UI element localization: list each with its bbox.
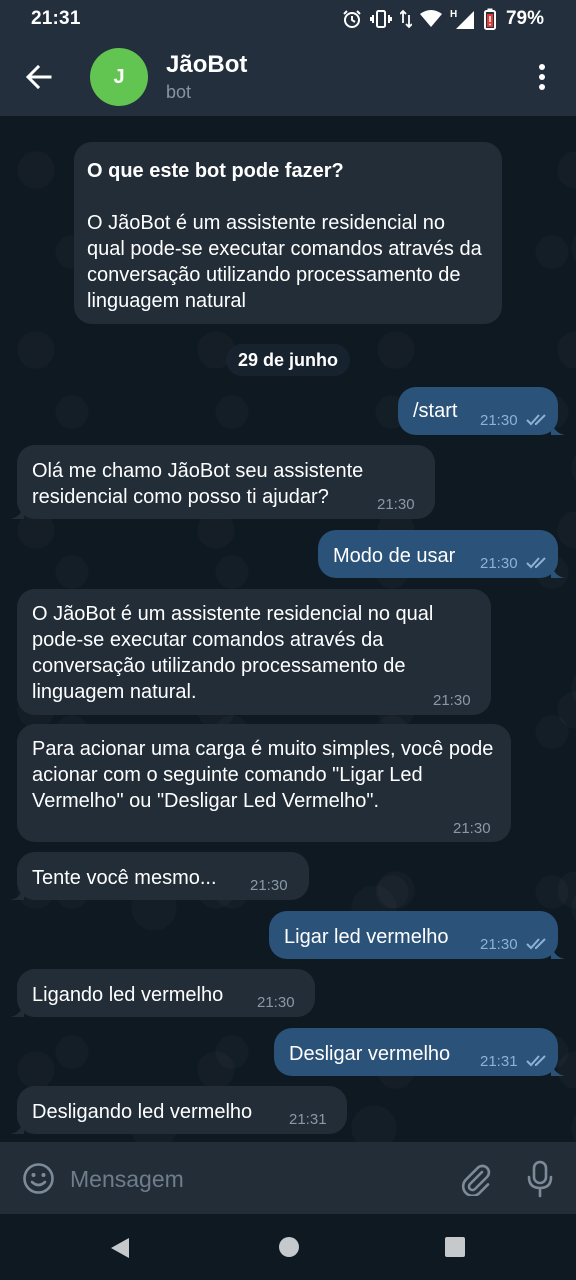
message-text: Modo de usar — [333, 545, 456, 567]
date-separator: 29 de junho — [226, 344, 350, 376]
vibrate-icon — [369, 9, 392, 29]
wifi-icon — [419, 10, 442, 28]
message-time: 21:31 — [480, 1053, 518, 1070]
message-time: 21:30 — [480, 555, 518, 572]
message-time: 21:30 — [377, 496, 415, 513]
chat-header: J JãoBot bot — [0, 38, 576, 116]
chat-title[interactable]: JãoBot — [166, 51, 247, 79]
nav-back-icon — [111, 1238, 129, 1258]
message-input[interactable] — [70, 1162, 440, 1196]
message-outgoing[interactable]: /start 21:30 — [398, 387, 565, 435]
message-incoming[interactable]: O JãoBot é um assistente residencial no … — [17, 589, 491, 715]
message-time: 21:30 — [480, 936, 518, 953]
nav-home-icon — [279, 1237, 299, 1257]
message-incoming[interactable]: Ligando led vermelho 21:30 — [10, 969, 315, 1017]
bot-info-description: O JãoBot é um assistente residencial no … — [87, 212, 482, 312]
avatar-letter: J — [113, 65, 125, 88]
chat-subtitle: bot — [166, 82, 192, 102]
message-incoming[interactable]: Para acionar uma carga é muito simples, … — [17, 724, 511, 842]
message-composer — [0, 1142, 576, 1214]
message-text: Tente você mesmo... — [32, 867, 217, 889]
status-time: 21:31 — [31, 8, 81, 29]
alarm-icon — [342, 9, 362, 29]
svg-text:H: H — [450, 9, 457, 20]
message-time: 21:31 — [289, 1111, 327, 1128]
message-text: Para acionar uma carga é muito simples, … — [32, 738, 494, 812]
read-ticks-icon — [526, 557, 546, 569]
attach-icon — [461, 1164, 491, 1198]
bot-info-card: O que este bot pode fazer? O JãoBot é um… — [74, 142, 502, 324]
battery-icon — [483, 8, 496, 30]
mic-icon — [527, 1160, 553, 1198]
status-bar: 21:31 H 79% — [0, 0, 576, 38]
system-nav-bar — [0, 1214, 576, 1280]
message-incoming[interactable]: Desligando led vermelho 21:31 — [10, 1086, 347, 1134]
emoji-icon — [23, 1163, 54, 1194]
emoji-button[interactable] — [22, 1162, 55, 1195]
more-menu-button[interactable] — [530, 62, 554, 92]
message-text: /start — [413, 400, 458, 422]
attach-button[interactable] — [458, 1162, 492, 1198]
message-time: 21:30 — [250, 877, 288, 894]
message-incoming[interactable]: Tente você mesmo... 21:30 — [10, 852, 309, 900]
signal-h-icon: H — [450, 8, 476, 30]
more-vertical-icon — [539, 64, 545, 90]
message-outgoing[interactable]: Ligar led vermelho 21:30 — [269, 911, 565, 959]
nav-back-button[interactable] — [108, 1236, 132, 1260]
message-text: Olá me chamo JãoBot seu assistente resid… — [32, 460, 364, 508]
nav-recents-icon — [445, 1237, 465, 1257]
message-time: 21:30 — [480, 412, 518, 429]
message-text: Ligar led vermelho — [284, 926, 449, 948]
message-outgoing[interactable]: Modo de usar 21:30 — [318, 530, 565, 578]
data-arrows-icon — [399, 9, 412, 29]
bot-info-title: O que este bot pode fazer? — [87, 160, 344, 182]
message-text: Desligar vermelho — [289, 1043, 451, 1065]
nav-recents-button[interactable] — [444, 1236, 466, 1258]
message-outgoing[interactable]: Desligar vermelho 21:31 — [274, 1028, 565, 1076]
message-time: 21:30 — [453, 820, 491, 837]
telegram-chat-screen: 21:31 H 79% J JãoBot bot O que este bot … — [0, 0, 576, 1280]
read-ticks-icon — [526, 1055, 546, 1067]
message-time: 21:30 — [257, 994, 295, 1011]
message-text: Desligando led vermelho — [32, 1101, 253, 1123]
message-incoming[interactable]: Olá me chamo JãoBot seu assistente resid… — [10, 445, 435, 519]
avatar[interactable]: J — [90, 48, 148, 106]
back-arrow-icon — [25, 64, 52, 90]
microphone-button[interactable] — [526, 1160, 554, 1198]
nav-home-button[interactable] — [278, 1236, 300, 1258]
message-text: O JãoBot é um assistente residencial no … — [32, 603, 434, 703]
back-button[interactable] — [22, 60, 56, 94]
battery-percent: 79% — [505, 8, 544, 29]
read-ticks-icon — [526, 414, 546, 426]
message-text: Ligando led vermelho — [32, 984, 224, 1006]
status-icons: H 79% — [342, 8, 544, 30]
message-time: 21:30 — [433, 692, 471, 709]
read-ticks-icon — [526, 938, 546, 950]
